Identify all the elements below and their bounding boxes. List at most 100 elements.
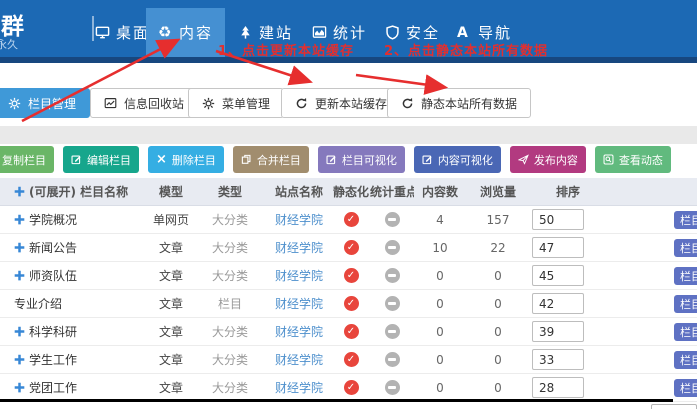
site-link[interactable]: 财经学院 — [266, 295, 332, 312]
nav-item-content[interactable]: ♻ 内容 — [146, 8, 225, 57]
expand-plus-icon[interactable] — [14, 270, 25, 281]
static-check-badge[interactable]: ✓ — [344, 212, 359, 227]
table-row: 师资队伍 文章 大分类 财经学院 ✓ 0 0 栏目管理 — [0, 262, 697, 290]
column-model: 文章 — [148, 239, 194, 256]
stat-focus-minus-badge[interactable] — [385, 240, 400, 255]
static-all-data-button[interactable]: 静态本站所有数据 — [387, 88, 531, 118]
column-type: 大分类 — [194, 211, 266, 228]
site-link[interactable]: 财经学院 — [266, 323, 332, 340]
column-name: 师资队伍 — [29, 267, 77, 284]
view-activity-button[interactable]: 查看动态 — [595, 146, 671, 173]
static-check-badge[interactable]: ✓ — [344, 296, 359, 311]
button-label: 内容可视化 — [438, 152, 493, 168]
sort-input[interactable] — [532, 349, 584, 370]
refresh-icon — [401, 97, 414, 110]
column-manage-button[interactable]: 栏目管理 — [0, 88, 90, 118]
stat-focus-minus-badge[interactable] — [385, 296, 400, 311]
header-sort: 排序 — [530, 183, 620, 200]
section-divider-band — [0, 126, 697, 144]
static-check-badge[interactable]: ✓ — [344, 268, 359, 283]
table-row: 科学科研 文章 大分类 财经学院 ✓ 0 0 栏目管理 — [0, 318, 697, 346]
menu-manage-button[interactable]: 菜单管理 — [188, 88, 284, 118]
sort-input[interactable] — [532, 377, 584, 398]
site-link[interactable]: 财经学院 — [266, 351, 332, 368]
stat-focus-minus-badge[interactable] — [385, 380, 400, 395]
view-count: 0 — [466, 353, 530, 367]
static-check-badge[interactable]: ✓ — [344, 380, 359, 395]
content-visualize-button[interactable]: 内容可视化 — [414, 146, 501, 173]
column-name: 专业介绍 — [14, 295, 62, 312]
publish-content-button[interactable]: 发布内容 — [510, 146, 586, 173]
button-label: 信息回收站 — [124, 95, 184, 112]
static-check-badge[interactable]: ✓ — [344, 352, 359, 367]
site-link[interactable]: 财经学院 — [266, 239, 332, 256]
stat-focus-minus-badge[interactable] — [385, 352, 400, 367]
expand-plus-icon — [14, 186, 25, 197]
edit-column-button[interactable]: 编辑栏目 — [63, 146, 139, 173]
stat-focus-minus-badge[interactable] — [385, 212, 400, 227]
stat-focus-minus-badge[interactable] — [385, 324, 400, 339]
site-link[interactable]: 财经学院 — [266, 267, 332, 284]
column-type: 大分类 — [194, 379, 266, 396]
expand-plus-icon[interactable] — [14, 242, 25, 253]
edit-icon — [422, 154, 433, 165]
partial-next-row-input[interactable] — [651, 404, 697, 409]
header-model: 模型 — [148, 183, 194, 200]
column-model: 文章 — [148, 267, 194, 284]
sort-input[interactable] — [532, 321, 584, 342]
letter-a-icon: A — [457, 25, 472, 40]
annotation-note-2: 2、点击静态本站所有数据 — [384, 40, 548, 59]
expand-plus-icon[interactable] — [14, 354, 25, 365]
merge-column-button[interactable]: 合并栏目 — [233, 146, 309, 173]
content-count: 4 — [414, 213, 466, 227]
header-column-name: (可展开) 栏目名称 — [29, 183, 128, 200]
table-row: 新闻公告 文章 大分类 财经学院 ✓ 10 22 栏目管理 — [0, 234, 697, 262]
nav-label: 桌面 — [116, 22, 150, 43]
column-name: 学生工作 — [29, 351, 77, 368]
view-count: 0 — [466, 381, 530, 395]
expand-plus-icon[interactable] — [14, 382, 25, 393]
copy-column-button[interactable]: 复制栏目 — [0, 146, 54, 173]
column-model: 文章 — [148, 351, 194, 368]
column-name: 新闻公告 — [29, 239, 77, 256]
arrow-to-static-data-button — [356, 75, 443, 87]
column-model: 单网页 — [148, 211, 194, 228]
column-model: 文章 — [148, 295, 194, 312]
expand-plus-icon[interactable] — [14, 214, 25, 225]
content-count: 0 — [414, 297, 466, 311]
sort-input[interactable] — [532, 293, 584, 314]
info-recycle-bin-button[interactable]: 信息回收站 — [90, 88, 198, 118]
stat-focus-minus-badge[interactable] — [385, 268, 400, 283]
static-check-badge[interactable]: ✓ — [344, 240, 359, 255]
sort-input[interactable] — [532, 265, 584, 286]
button-label: 编辑栏目 — [87, 152, 131, 168]
delete-column-button[interactable]: × 删除栏目 — [148, 146, 224, 173]
nav-label: 内容 — [179, 22, 213, 43]
column-model: 文章 — [148, 379, 194, 396]
column-type: 大分类 — [194, 239, 266, 256]
header-static: 静态化 — [332, 183, 370, 200]
refresh-site-cache-button[interactable]: 更新本站缓存 — [281, 88, 401, 118]
view-count: 157 — [466, 213, 530, 227]
static-check-badge[interactable]: ✓ — [344, 324, 359, 339]
sort-input[interactable] — [532, 237, 584, 258]
table-header-row: (可展开) 栏目名称 模型 类型 站点名称 静态化 统计重点 内容数 浏览量 排… — [0, 178, 697, 206]
table-row: 专业介绍 文章 栏目 财经学院 ✓ 0 0 栏目管理 — [0, 290, 697, 318]
table-row: 学院概况 单网页 大分类 财经学院 ✓ 4 157 栏目管理 — [0, 206, 697, 234]
sort-input[interactable] — [532, 209, 584, 230]
table-row: 学生工作 文章 大分类 财经学院 ✓ 0 0 栏目管理 — [0, 346, 697, 374]
content-count: 0 — [414, 353, 466, 367]
recycle-icon: ♻ — [158, 25, 173, 40]
copy-icon — [241, 154, 252, 165]
site-link[interactable]: 财经学院 — [266, 379, 332, 396]
button-label: 静态本站所有数据 — [421, 95, 517, 112]
column-visualize-button[interactable]: 栏目可视化 — [318, 146, 405, 173]
paper-plane-icon — [518, 154, 529, 165]
line-chart-icon — [104, 97, 117, 110]
site-link[interactable]: 财经学院 — [266, 211, 332, 228]
view-count: 0 — [466, 269, 530, 283]
button-label: 发布内容 — [534, 152, 578, 168]
column-type: 大分类 — [194, 267, 266, 284]
button-label: 更新本站缓存 — [315, 95, 387, 112]
expand-plus-icon[interactable] — [14, 326, 25, 337]
